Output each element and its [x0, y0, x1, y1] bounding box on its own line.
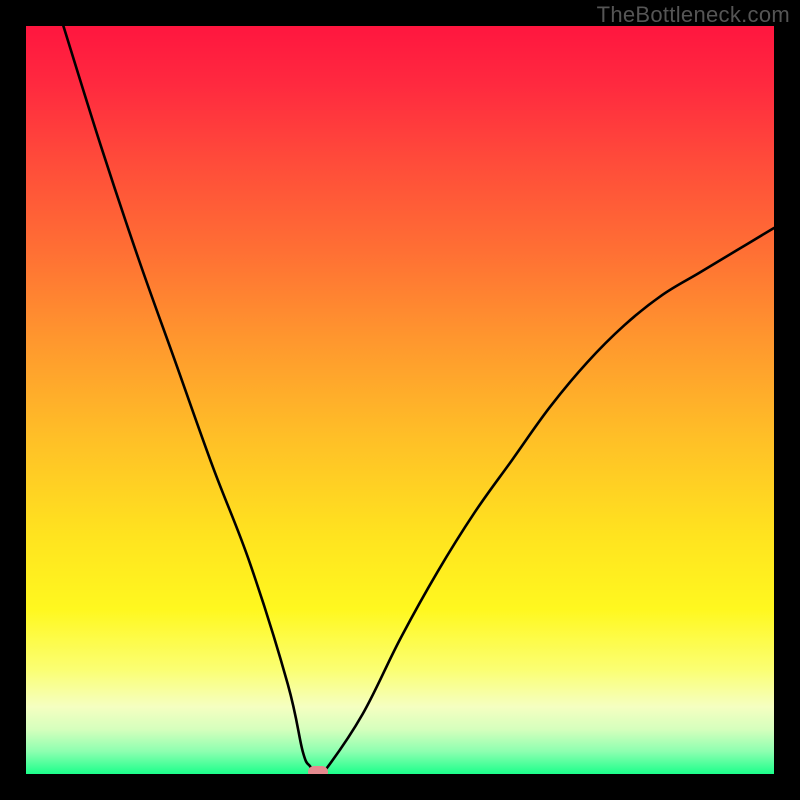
- chart-frame: TheBottleneck.com: [0, 0, 800, 800]
- bottleneck-curve: [26, 26, 774, 774]
- plot-area: [26, 26, 774, 774]
- minimum-marker: [308, 766, 328, 774]
- watermark-text: TheBottleneck.com: [597, 2, 790, 28]
